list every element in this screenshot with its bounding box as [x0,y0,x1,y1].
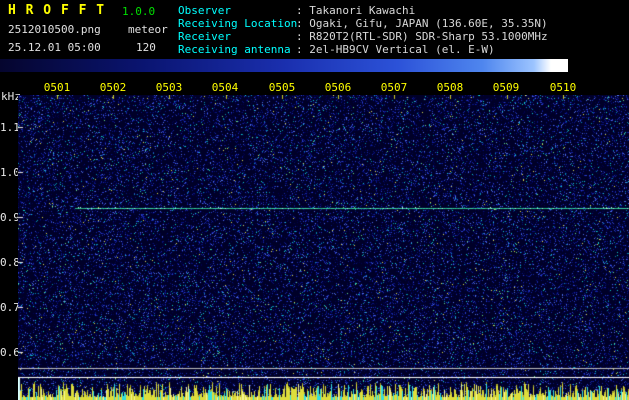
time-tick-label: 0508 [436,81,464,94]
observation-datetime: 25.12.01 05:00 [8,41,101,54]
freq-tick-label: 0.7 [0,301,20,314]
info-label: Receiving Location [178,17,298,30]
time-tick-label: 0502 [99,81,127,94]
info-value: : R820T2(RTL-SDR) SDR-Sharp 53.1000MHz [296,30,548,43]
spectrogram-canvas [18,95,629,400]
sample-count: 120 [136,41,156,54]
freq-tick-label: 1.1 [0,121,20,134]
info-label: Receiving antenna [178,43,291,56]
info-value: : Takanori Kawachi [296,4,416,17]
app-version: 1.0.0 [122,5,156,18]
time-tick-label: 0507 [380,81,408,94]
freq-tick-label: 1.0 [0,166,20,179]
freq-tick-label: 0.8 [0,256,20,269]
info-row-observer: Observer : Takanori Kawachi [178,4,548,17]
freq-tick-label: 0.6 [0,346,20,359]
hrofft-output-image: H R O F F T 1.0.0 2512010500.png meteor … [0,0,629,400]
info-value: : Ogaki, Gifu, JAPAN (136.60E, 35.35N) [296,17,548,30]
info-row-location: Receiving Location: Ogaki, Gifu, JAPAN (… [178,17,548,30]
time-tick-label: 0504 [211,81,239,94]
info-value: : 2el-HB9CV Vertical (el. E-W) [296,43,495,56]
info-row-receiver: Receiver : R820T2(RTL-SDR) SDR-Sharp 53.1… [178,30,548,43]
intensity-scale-bar [0,59,568,72]
info-label: Observer [178,4,231,17]
time-tick-label: 0501 [43,81,71,94]
mode-label: meteor [128,23,168,36]
time-tick-label: 0510 [549,81,577,94]
time-tick-label: 0509 [492,81,520,94]
output-filename: 2512010500.png [8,23,101,36]
time-tick-label: 0503 [155,81,183,94]
time-tick-label: 0505 [268,81,296,94]
time-tick-label: 0506 [324,81,352,94]
freq-tick-label: 0.9 [0,211,20,224]
station-info: Observer : Takanori Kawachi Receiving Loc… [178,4,548,56]
info-row-antenna: Receiving antenna : 2el-HB9CV Vertical (e… [178,43,548,56]
info-label: Receiver [178,30,231,43]
app-title: H R O F F T [8,3,106,18]
